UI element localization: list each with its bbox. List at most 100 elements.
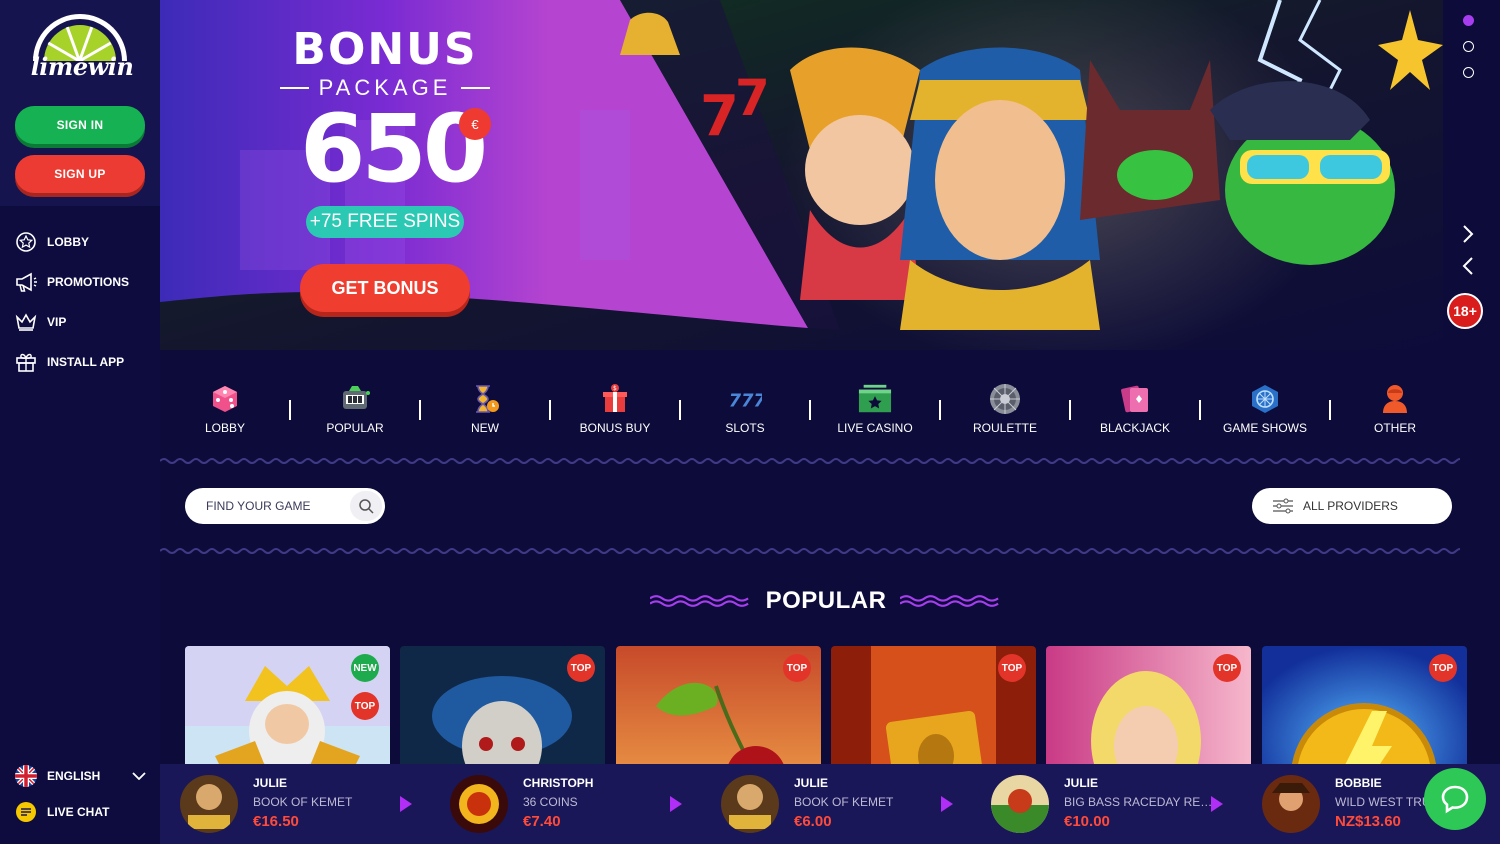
winner-name: JULIE <box>794 776 829 790</box>
search-input[interactable]: FIND YOUR GAME <box>185 488 385 524</box>
play-icon[interactable] <box>1211 796 1223 812</box>
play-icon[interactable] <box>670 796 682 812</box>
gift-icon: $ <box>598 382 632 416</box>
svg-text:7: 7 <box>735 69 770 127</box>
bonus-title: BONUS <box>292 24 478 75</box>
category-game-shows[interactable]: GAME SHOWS <box>1200 375 1330 445</box>
game-card[interactable]: NEW TOP <box>185 646 390 766</box>
person-icon <box>1378 382 1412 416</box>
recent-winners-bar: JULIE BOOK OF KEMET €16.50 CHRISTOPH 36 … <box>160 764 1500 844</box>
category-label: LOBBY <box>204 421 246 435</box>
category-blackjack[interactable]: BLACKJACK <box>1070 375 1200 445</box>
sidebar: limewin SIGN IN SIGN UP LOBBY PROMOTIONS <box>0 0 160 844</box>
game-card[interactable]: TOP <box>400 646 605 766</box>
category-bar: LOBBY POPULAR NEW $ BONUS BUY 777 SLOTS … <box>160 375 1460 445</box>
svg-text:777: 777 <box>729 391 762 411</box>
live-chat-label: LIVE CHAT <box>47 805 110 819</box>
slider-dot-1[interactable] <box>1463 15 1474 26</box>
promo-banner: 7 7 BONUS PACKAGE 650 € +75 FREE SPINS G… <box>160 0 1443 350</box>
winner-amount: NZ$13.60 <box>1335 813 1401 830</box>
live-chat-button[interactable] <box>1424 768 1486 830</box>
slider-dot-2[interactable] <box>1463 41 1474 52</box>
winner-name: CHRISTOPH <box>523 776 594 790</box>
prev-slide-arrow-icon[interactable] <box>1458 256 1478 276</box>
play-icon[interactable] <box>400 796 412 812</box>
play-icon[interactable] <box>941 796 953 812</box>
language-select[interactable]: ENGLISH <box>0 758 160 794</box>
sidebar-footer: ENGLISH LIVE CHAT <box>0 758 160 830</box>
uk-flag-icon <box>14 764 38 788</box>
game-card[interactable]: TOP <box>1046 646 1251 766</box>
category-label: BLACKJACK <box>1099 421 1171 435</box>
game-show-icon <box>1248 382 1282 416</box>
category-label: POPULAR <box>326 421 384 435</box>
search-icon[interactable] <box>350 491 382 521</box>
category-other[interactable]: OTHER <box>1330 375 1460 445</box>
category-new[interactable]: NEW <box>420 375 550 445</box>
live-chat-link[interactable]: LIVE CHAT <box>0 794 160 830</box>
wave-divider <box>160 548 1460 554</box>
roulette-icon <box>988 382 1022 416</box>
category-bonus-buy[interactable]: $ BONUS BUY <box>550 375 680 445</box>
sidebar-item-label: LOBBY <box>47 235 89 249</box>
category-popular[interactable]: POPULAR <box>290 375 420 445</box>
section-title: POPULAR <box>765 587 887 614</box>
winner-amount: €6.00 <box>794 813 832 830</box>
game-thumbnail <box>991 775 1049 833</box>
winner-name: JULIE <box>253 776 288 790</box>
top-badge: TOP <box>1429 654 1457 682</box>
sidebar-item-install-app[interactable]: INSTALL APP <box>0 342 160 382</box>
megaphone-icon <box>14 270 38 294</box>
category-label: ROULETTE <box>972 421 1037 435</box>
wave-decoration <box>900 595 1000 607</box>
sign-up-button[interactable]: SIGN UP <box>15 155 145 193</box>
next-slide-arrow-icon[interactable] <box>1458 224 1478 244</box>
chat-bubble-icon <box>14 800 38 824</box>
age-restriction-badge: 18+ <box>1447 293 1483 329</box>
top-badge: TOP <box>1213 654 1241 682</box>
svg-text:$: $ <box>613 385 617 392</box>
logo-wordmark: limewin <box>30 52 134 81</box>
category-label: LIVE CASINO <box>837 421 913 435</box>
search-placeholder: FIND YOUR GAME <box>206 499 311 513</box>
gift-box-icon <box>14 350 38 374</box>
bonus-amount: 650 <box>300 95 488 204</box>
chevron-down-icon <box>132 769 146 783</box>
game-card[interactable]: TOP <box>831 646 1036 766</box>
sidebar-item-lobby[interactable]: LOBBY <box>0 222 160 262</box>
sidebar-item-promotions[interactable]: PROMOTIONS <box>0 262 160 302</box>
winner-item[interactable]: CHRISTOPH 36 COINS €7.40 <box>430 764 700 844</box>
category-lobby[interactable]: LOBBY <box>160 375 290 445</box>
sign-in-button[interactable]: SIGN IN <box>15 106 145 144</box>
get-bonus-button[interactable]: GET BONUS <box>300 264 470 312</box>
winner-item[interactable]: JULIE BOOK OF KEMET €16.50 <box>160 764 430 844</box>
top-badge: TOP <box>783 654 811 682</box>
category-roulette[interactable]: ROULETTE <box>940 375 1070 445</box>
777-icon: 777 <box>728 382 762 416</box>
providers-filter-button[interactable]: ALL PROVIDERS <box>1252 488 1452 524</box>
winner-game: BIG BASS RACEDAY REP... <box>1064 795 1214 809</box>
winner-item[interactable]: JULIE BOOK OF KEMET €6.00 <box>701 764 971 844</box>
divider <box>280 87 309 89</box>
svg-text:7: 7 <box>700 84 739 149</box>
category-label: SLOTS <box>725 421 765 435</box>
winner-name: JULIE <box>1064 776 1099 790</box>
providers-label: ALL PROVIDERS <box>1303 499 1398 513</box>
category-live-casino[interactable]: LIVE CASINO <box>810 375 940 445</box>
winner-item[interactable]: JULIE BIG BASS RACEDAY REP... €10.00 <box>971 764 1241 844</box>
category-label: OTHER <box>1374 421 1416 435</box>
currency-badge: € <box>459 108 491 140</box>
slot-machine-icon <box>338 382 372 416</box>
sidebar-nav: LOBBY PROMOTIONS VIP INSTALL APP <box>0 222 160 382</box>
wave-decoration <box>650 595 749 607</box>
brand-logo[interactable]: limewin <box>0 0 160 94</box>
game-card[interactable]: TOP <box>1262 646 1467 766</box>
game-card[interactable]: TOP <box>616 646 821 766</box>
slider-dot-3[interactable] <box>1463 67 1474 78</box>
category-slots[interactable]: 777 SLOTS <box>680 375 810 445</box>
category-label: NEW <box>471 421 499 435</box>
winner-game: BOOK OF KEMET <box>253 795 353 809</box>
crown-icon <box>14 310 38 334</box>
sidebar-item-vip[interactable]: VIP <box>0 302 160 342</box>
divider <box>461 87 490 89</box>
